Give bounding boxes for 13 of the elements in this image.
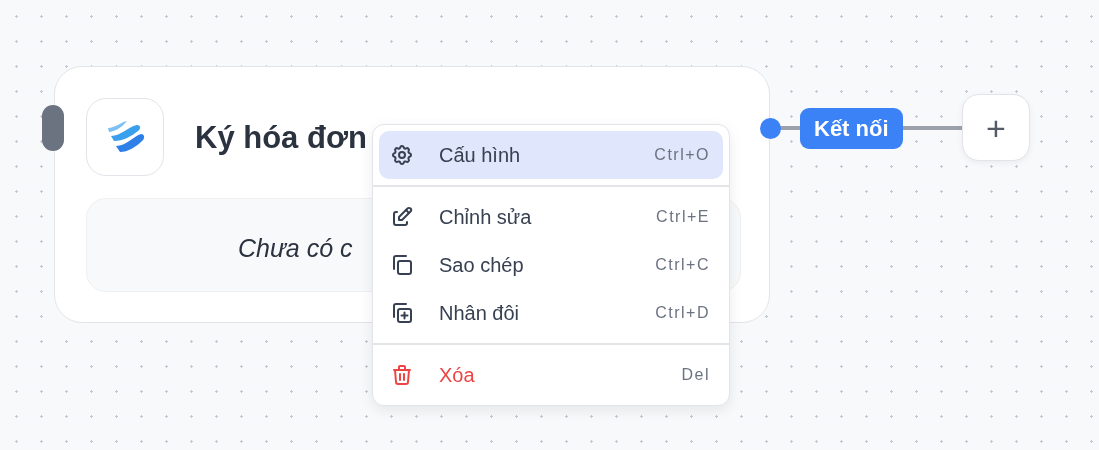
menu-item-label: Nhân đôi	[439, 301, 520, 326]
menu-item-label: Cấu hình	[439, 143, 521, 168]
menu-item-label: Sao chép	[439, 253, 524, 278]
shortcut-hint: Ctrl+C	[655, 255, 710, 275]
menu-item-label: Chỉnh sửa	[439, 205, 532, 230]
node-title: Ký hóa đơn	[195, 119, 367, 157]
menu-item-label: Xóa	[439, 363, 475, 388]
shortcut-hint: Del	[681, 365, 710, 385]
shortcut-hint: Ctrl+O	[654, 145, 710, 165]
node-placeholder-text: Chưa có c	[238, 233, 353, 264]
shortcut-hint: Ctrl+D	[655, 303, 710, 323]
shortcut-hint: Ctrl+E	[656, 207, 710, 227]
connection-label: Kết nối	[800, 108, 903, 149]
